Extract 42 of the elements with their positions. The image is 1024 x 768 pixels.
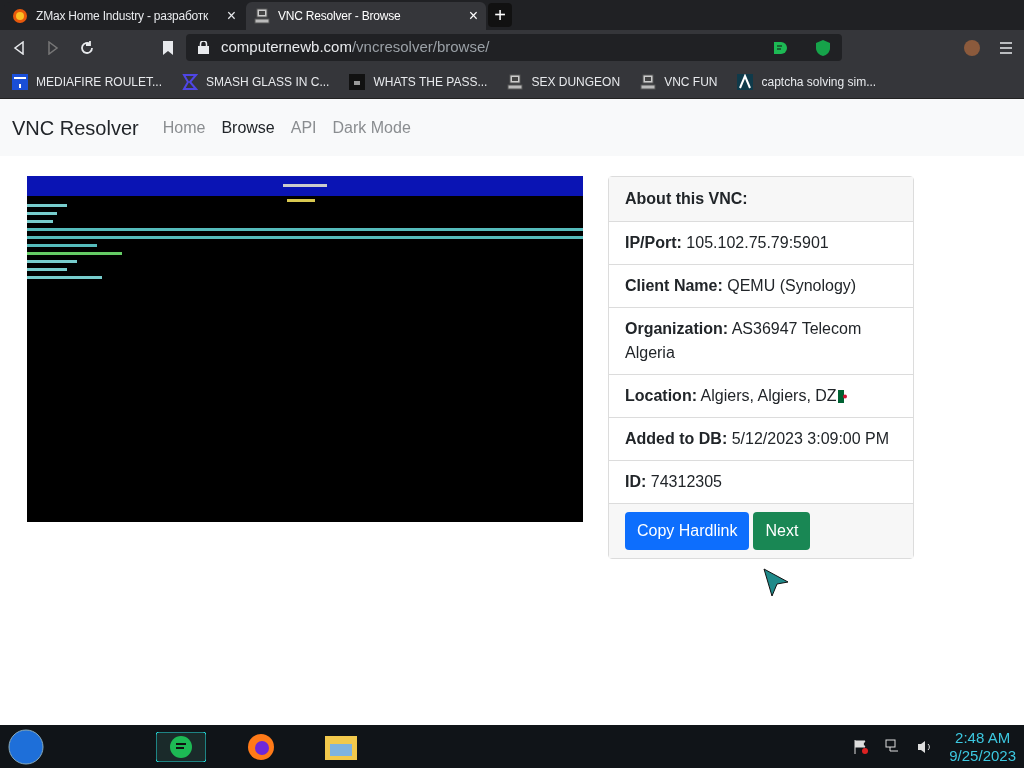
action-button[interactable]: Next: [753, 512, 811, 550]
flag-icon[interactable]: [853, 738, 870, 755]
computer-icon: [254, 8, 270, 24]
computer-icon: [507, 73, 524, 90]
bookmark-item[interactable]: WHATS THE PASS...: [349, 72, 488, 91]
shield-icon[interactable]: [816, 39, 830, 56]
info-row: ID: 74312305: [625, 473, 722, 490]
card-title: About this VNC:: [625, 190, 748, 207]
tab-icon: [12, 8, 28, 24]
forward-icon[interactable]: [46, 40, 60, 55]
browser-tab[interactable]: VNC Resolver - Browse ×: [246, 2, 486, 30]
info-row: IP/Port: 105.102.75.79:5901: [625, 234, 829, 251]
extension-icon[interactable]: [772, 39, 788, 56]
reload-icon[interactable]: [80, 40, 94, 55]
info-row: Organization: AS36947 Telecom Algeria: [625, 320, 862, 361]
bookmark-item[interactable]: SMASH GLASS IN C...: [182, 72, 330, 91]
back-icon[interactable]: [12, 40, 26, 55]
site-brand[interactable]: VNC Resolver: [12, 112, 139, 143]
chat-app-icon[interactable]: [156, 731, 206, 762]
bookmark-item[interactable]: VNC FUN: [640, 72, 718, 91]
action-button[interactable]: Copy Hardlink: [625, 512, 750, 550]
clock[interactable]: 2:48 AM 9/25/2023: [949, 728, 1016, 765]
computer-icon: [640, 73, 657, 90]
menu-icon[interactable]: [1000, 41, 1012, 54]
cursor-icon: [763, 568, 789, 598]
close-tab-button[interactable]: ×: [226, 4, 236, 28]
url-text: computernewb.com/vncresolver/browse/: [221, 37, 491, 58]
tab-title: ZMax Home Industry - разработк: [36, 8, 210, 25]
bookmark-item[interactable]: captcha solving sim...: [737, 72, 877, 91]
firefox-icon[interactable]: [246, 731, 276, 762]
info-row: Added to DB: 5/12/2023 3:09:00 PM: [625, 430, 890, 447]
info-row: Location: Algiers, Algiers, DZ: [625, 387, 837, 404]
nav-link[interactable]: Browse: [221, 115, 275, 140]
close-tab-button[interactable]: ×: [468, 4, 478, 28]
new-tab-button[interactable]: +: [488, 3, 512, 27]
info-row: Client Name: QEMU (Synology): [625, 277, 857, 294]
bookmark-item[interactable]: MEDIAFIRE ROULET...: [12, 72, 163, 91]
address-bar[interactable]: computernewb.com/vncresolver/browse/: [186, 34, 842, 61]
start-button[interactable]: [8, 728, 44, 765]
bookmark-item[interactable]: SEX DUNGEON: [507, 72, 621, 91]
lock-icon: [198, 41, 209, 54]
tab-title: VNC Resolver - Browse: [278, 8, 402, 25]
